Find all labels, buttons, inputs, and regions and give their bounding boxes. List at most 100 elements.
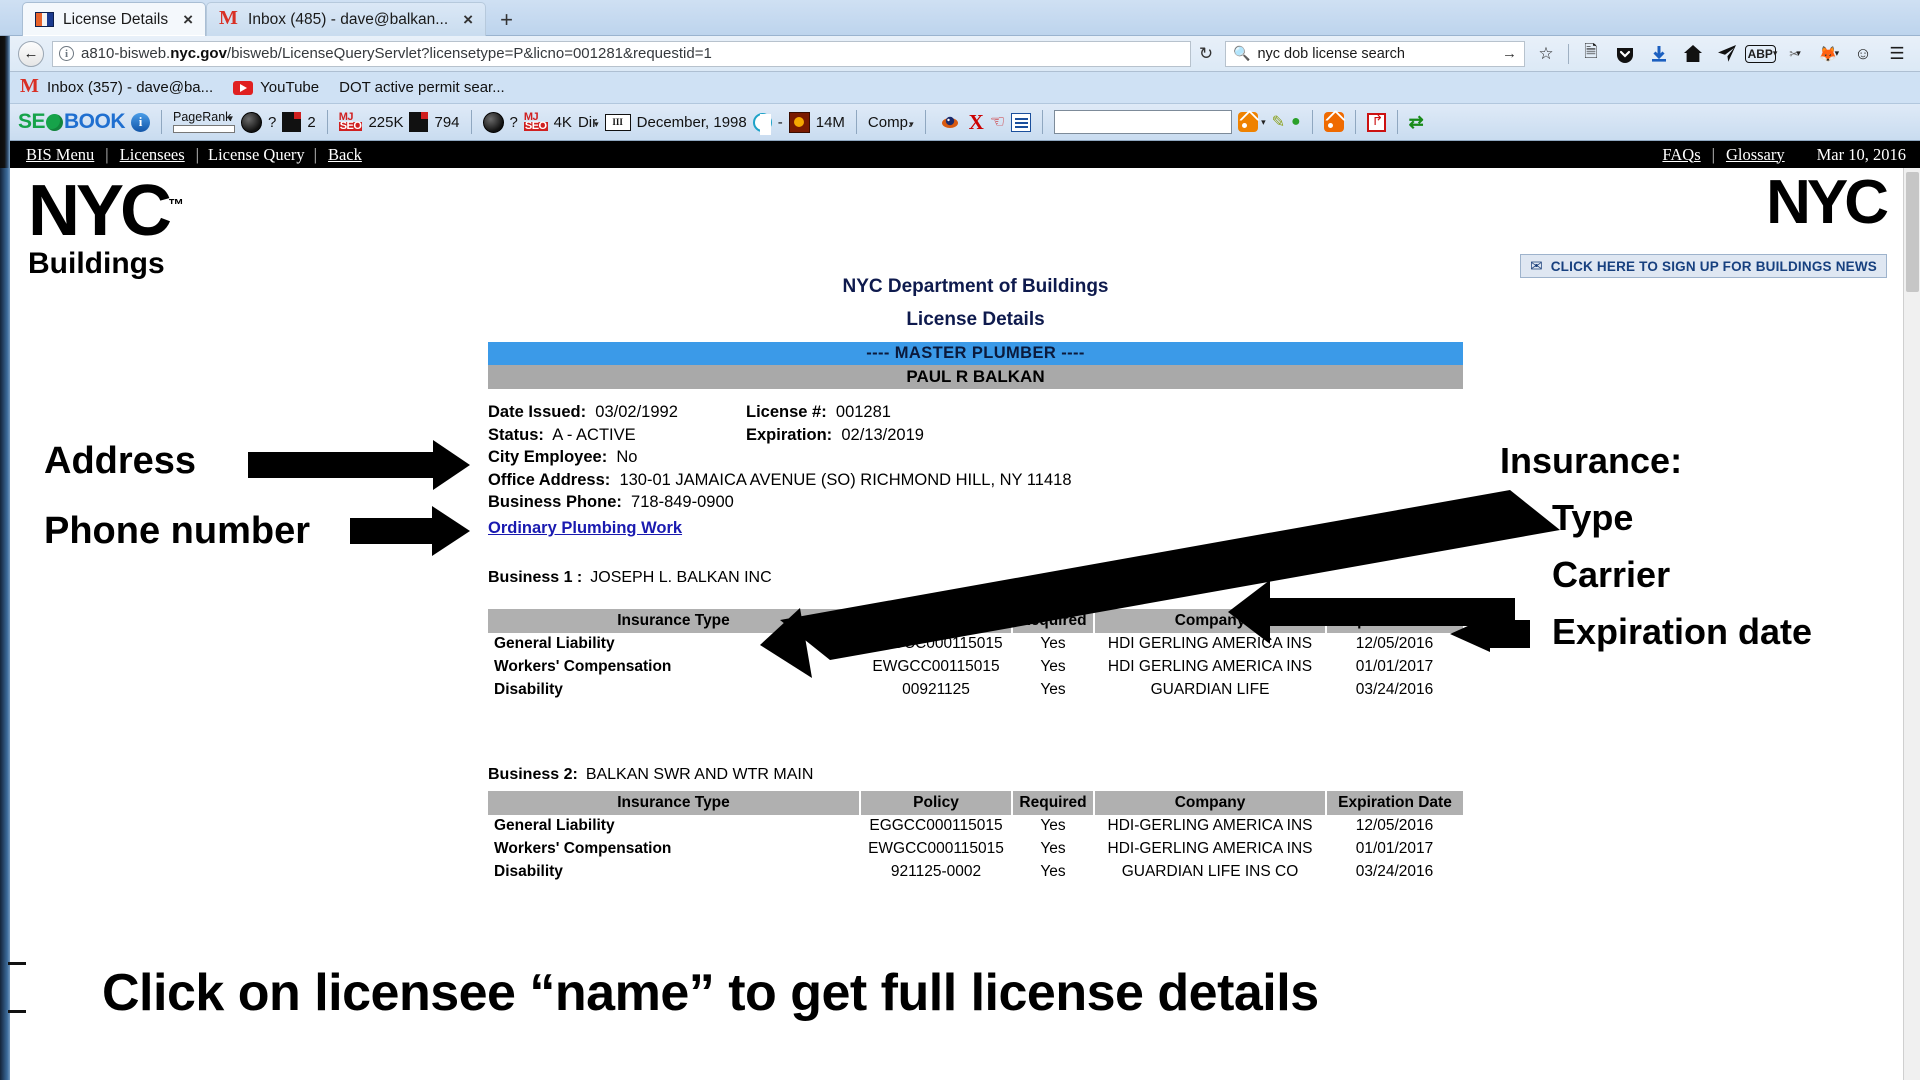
close-red-x-icon[interactable]: X bbox=[969, 110, 984, 135]
business-name: JOSEPH L. BALKAN INC bbox=[590, 569, 771, 586]
speaker-icon[interactable]: ☜ bbox=[990, 112, 1005, 132]
search-input[interactable]: nyc dob license search bbox=[1257, 46, 1495, 62]
bookmark-inbox[interactable]: M Inbox (357) - dave@ba... bbox=[20, 79, 213, 96]
work-type-link[interactable]: Ordinary Plumbing Work bbox=[488, 517, 682, 540]
new-tab-button[interactable]: + bbox=[486, 7, 527, 36]
nyc-buildings-logo: NYC™ Buildings bbox=[28, 182, 184, 281]
rss-feed-icon[interactable] bbox=[1324, 112, 1344, 132]
annotation-expiration: Expiration date bbox=[1552, 611, 1812, 653]
majestic-seo-icon: MJSEO bbox=[339, 113, 363, 131]
cell-company: HDI GERLING AMERICA INS bbox=[1094, 633, 1326, 656]
tab-inbox[interactable]: M Inbox (485) - dave@balkan... × bbox=[206, 2, 486, 36]
table-row: General Liability EGGCC000115015 Yes HDI… bbox=[488, 633, 1463, 656]
field-label: License #: bbox=[746, 403, 827, 421]
column-header-company: Company bbox=[1094, 791, 1326, 815]
cell-required: Yes bbox=[1012, 679, 1094, 702]
pagerank-widget[interactable]: PageRank▾ bbox=[173, 111, 235, 134]
gauge-icon bbox=[241, 112, 262, 133]
field-row-address: Office Address: 130-01 JAMAICA AVENUE (S… bbox=[488, 469, 1463, 492]
seo-info-icon[interactable]: i bbox=[131, 113, 150, 132]
page-scrollbar[interactable] bbox=[1903, 168, 1920, 1080]
menu-separator: | bbox=[314, 145, 317, 165]
field-row: Status: A - ACTIVE Expiration: 02/13/201… bbox=[488, 424, 1463, 447]
bookmark-youtube[interactable]: YouTube bbox=[233, 79, 319, 96]
table-row: General Liability EGGCC000115015 Yes HDI… bbox=[488, 815, 1463, 838]
rss-icon[interactable] bbox=[1238, 112, 1258, 132]
signup-banner-text: CLICK HERE TO SIGN UP FOR BUILDINGS NEWS bbox=[1551, 259, 1877, 274]
field-value: No bbox=[616, 448, 637, 466]
back-link[interactable]: Back bbox=[328, 145, 362, 165]
archive-org-icon[interactable]: III bbox=[605, 114, 631, 131]
scrollbar-thumb[interactable] bbox=[1906, 172, 1919, 292]
red-link-icon[interactable] bbox=[1367, 113, 1386, 132]
chevron-down-icon[interactable]: ▾ bbox=[909, 119, 914, 129]
comp-dropdown[interactable]: Comp.▾ bbox=[868, 114, 914, 131]
licensees-link[interactable]: Licensees bbox=[120, 145, 185, 165]
adblock-plus-icon[interactable]: ABP▾ bbox=[1746, 40, 1776, 68]
magnifier-green-icon[interactable]: ● bbox=[1291, 113, 1301, 131]
search-bar[interactable]: 🔍 nyc dob license search → bbox=[1225, 41, 1525, 67]
close-icon[interactable]: × bbox=[463, 10, 473, 30]
firefox-addon-icon[interactable]: 🦊▾ bbox=[1814, 40, 1844, 68]
url-text: a810-bisweb.nyc.gov/bisweb/LicenseQueryS… bbox=[81, 45, 712, 62]
reader-list-icon[interactable]: 🗎 bbox=[1576, 40, 1606, 68]
reload-icon[interactable]: ↻ bbox=[1191, 44, 1221, 64]
archive-date: December, 1998 bbox=[637, 114, 747, 131]
field-label: Status: bbox=[488, 426, 544, 444]
chevron-down-icon[interactable]: ▾ bbox=[594, 119, 599, 129]
search-go-icon[interactable]: → bbox=[1502, 45, 1517, 62]
tick-mark bbox=[8, 962, 26, 965]
bis-menu-link[interactable]: BIS Menu bbox=[26, 145, 94, 165]
insurance-table-business-1: Insurance Type Policy Required Company E… bbox=[488, 609, 1463, 702]
glossary-link[interactable]: Glossary bbox=[1726, 145, 1785, 165]
cell-company: HDI-GERLING AMERICA INS bbox=[1094, 815, 1326, 838]
seobook-logo: SEBOOK bbox=[18, 110, 125, 134]
yahoo-dash: - bbox=[778, 114, 783, 131]
bookmark-star-icon[interactable]: ☆ bbox=[1531, 40, 1561, 68]
home-icon[interactable] bbox=[1678, 40, 1708, 68]
toolbar-divider bbox=[925, 110, 926, 134]
signup-banner[interactable]: ✉ CLICK HERE TO SIGN UP FOR BUILDINGS NE… bbox=[1520, 254, 1887, 278]
cell-policy: EGGCC000115015 bbox=[860, 815, 1012, 838]
seo-search-input[interactable] bbox=[1054, 110, 1232, 134]
highlighter-icon[interactable]: ✎ bbox=[1272, 112, 1285, 132]
cell-policy: EWGCC000115015 bbox=[860, 838, 1012, 861]
address-bar[interactable]: i a810-bisweb.nyc.gov/bisweb/LicenseQuer… bbox=[52, 41, 1191, 67]
current-date: Mar 10, 2016 bbox=[1817, 145, 1906, 165]
majestic-seo-icon: MJSEO bbox=[524, 113, 548, 131]
annotation-address: Address bbox=[44, 440, 196, 483]
alexa-icon bbox=[789, 112, 810, 133]
toolbar-divider bbox=[1312, 110, 1313, 134]
field-label: City Employee: bbox=[488, 448, 607, 466]
bookmark-dot-permit[interactable]: DOT active permit sear... bbox=[339, 79, 505, 96]
back-button[interactable]: ← bbox=[18, 41, 44, 67]
cell-expiration: 03/24/2016 bbox=[1326, 679, 1463, 702]
pagerank-label: PageRank bbox=[173, 110, 231, 124]
cell-insurance-type: Workers' Compensation bbox=[488, 838, 860, 861]
send-tab-icon[interactable] bbox=[1712, 40, 1742, 68]
yahoo-icon bbox=[753, 113, 772, 132]
notepad-icon[interactable] bbox=[1011, 113, 1031, 132]
table-row: Workers' Compensation EWGCC00115015 Yes … bbox=[488, 656, 1463, 679]
browser-tabstrip-bar: License Details × M Inbox (485) - dave@b… bbox=[0, 0, 1920, 36]
smiley-feedback-icon[interactable]: ☺ bbox=[1848, 40, 1878, 68]
insurance-table-business-2: Insurance Type Policy Required Company E… bbox=[488, 791, 1463, 884]
buildings-logo-text: Buildings bbox=[28, 247, 184, 281]
pocket-save-icon[interactable] bbox=[1610, 40, 1640, 68]
screenshot-icon[interactable]: ✂▾ bbox=[1780, 40, 1810, 68]
close-icon[interactable]: × bbox=[183, 10, 193, 30]
green-swap-icon[interactable]: ⇄ bbox=[1409, 112, 1421, 133]
seo-toolbar: SEBOOK i PageRank▾ ? 2 MJSEO 225K 794 ? … bbox=[10, 104, 1920, 141]
dob-icon bbox=[35, 12, 54, 27]
hamburger-menu-icon[interactable]: ☰ bbox=[1882, 40, 1912, 68]
cell-insurance-type: General Liability bbox=[488, 633, 860, 656]
spider-icon[interactable] bbox=[937, 113, 963, 132]
tab-license-details[interactable]: License Details × bbox=[22, 2, 206, 36]
faqs-link[interactable]: FAQs bbox=[1662, 145, 1700, 165]
chevron-down-icon[interactable]: ▾ bbox=[228, 113, 233, 123]
downloads-icon[interactable] bbox=[1644, 40, 1674, 68]
toolbar-divider bbox=[1397, 110, 1398, 134]
dir-dropdown[interactable]: Dir▾ bbox=[578, 114, 599, 131]
site-info-icon[interactable]: i bbox=[59, 46, 74, 61]
chevron-down-icon[interactable]: ▾ bbox=[1261, 117, 1266, 128]
